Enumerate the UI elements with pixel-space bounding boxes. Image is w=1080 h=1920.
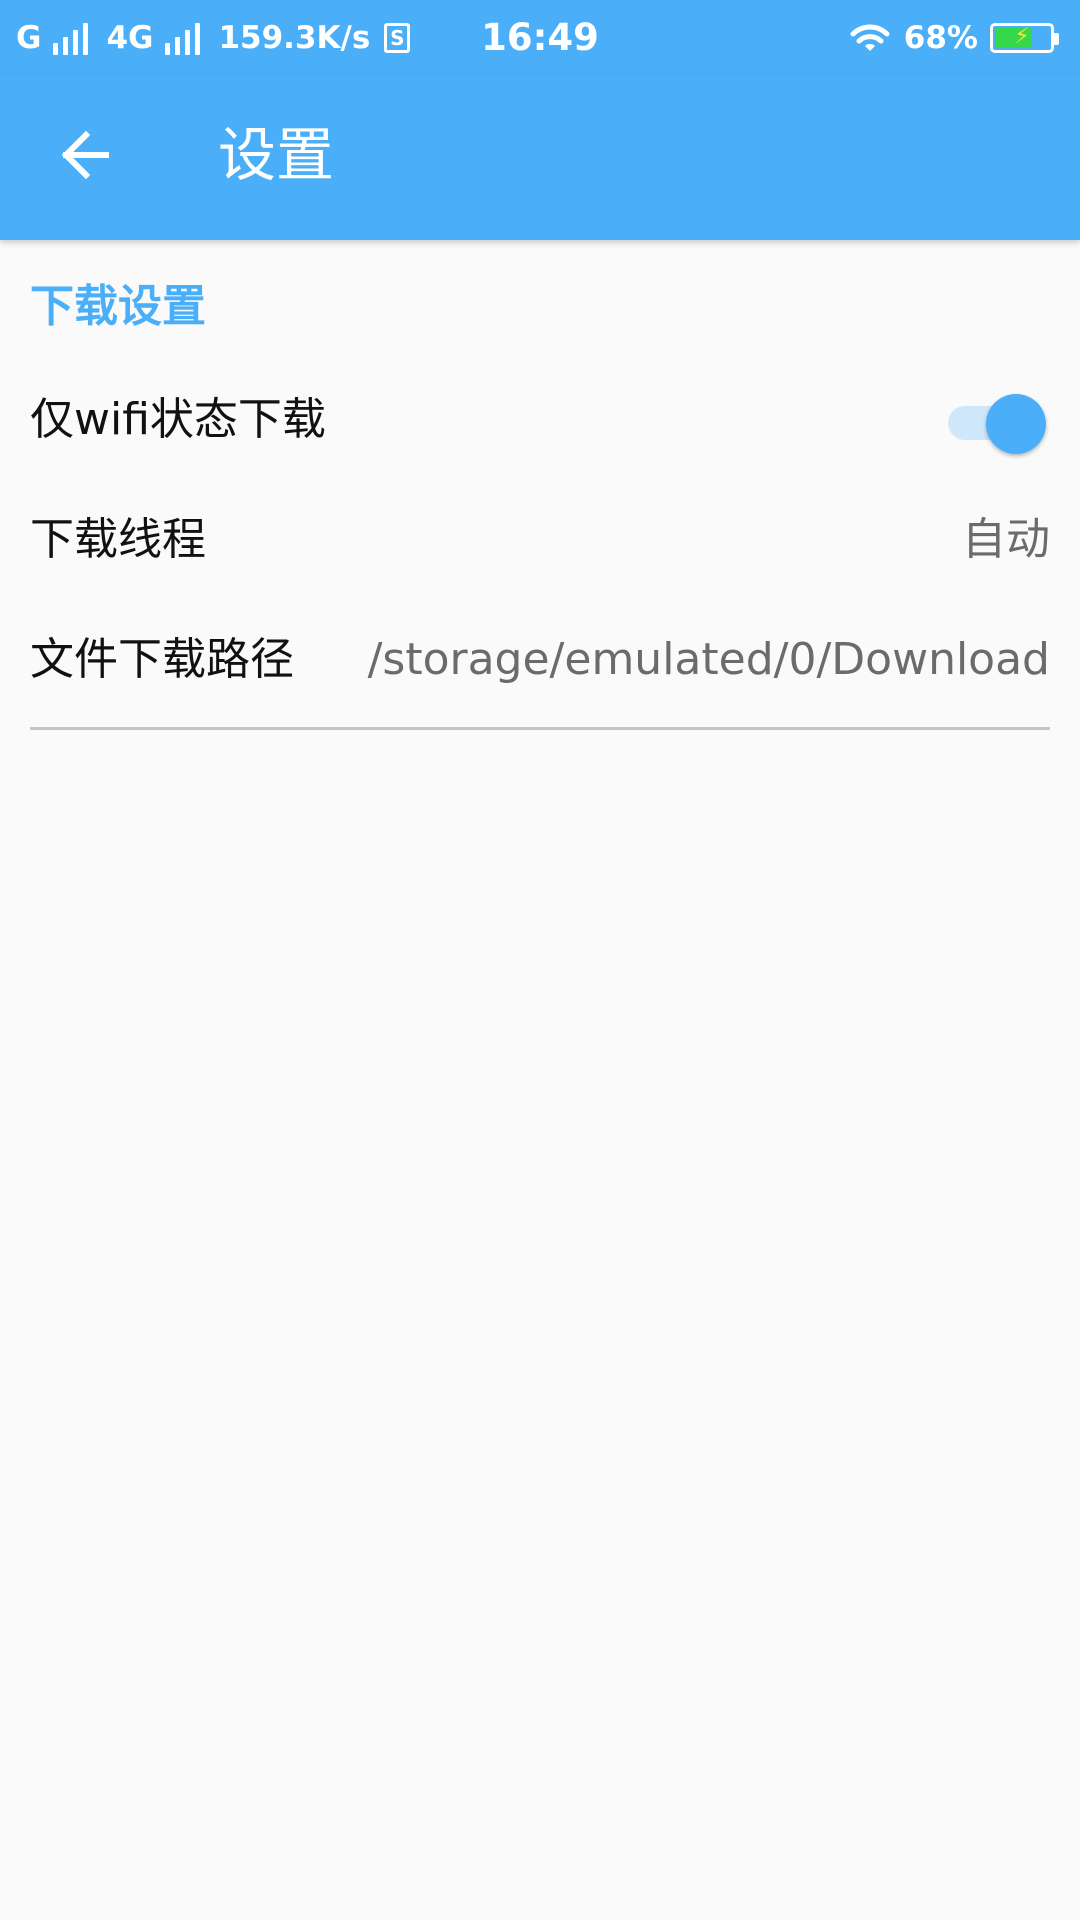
divider	[30, 727, 1050, 730]
setting-label-download-path: 文件下载路径	[30, 634, 294, 685]
status-right: 68% ⚡	[848, 16, 1060, 60]
setting-value-download-path: /storage/emulated/0/Download	[367, 634, 1050, 685]
battery-percent: 68%	[903, 20, 978, 56]
charging-bolt-icon: ⚡	[1014, 24, 1030, 49]
setting-row-wifi-only[interactable]: 仅wifi状态下载	[30, 380, 1050, 460]
setting-row-download-threads[interactable]: 下载线程 自动	[30, 500, 1050, 580]
arrow-left-icon[interactable]	[56, 125, 116, 185]
status-bar: G 4G 159.3K/s S 16:49 68% ⚡	[0, 0, 1080, 75]
setting-row-download-path[interactable]: 文件下载路径 /storage/emulated/0/Download	[30, 620, 1050, 700]
wifi-icon	[848, 21, 892, 55]
toggle-thumb	[986, 394, 1046, 454]
wifi-only-toggle[interactable]	[944, 394, 1046, 454]
page-title: 设置	[218, 121, 335, 189]
battery-icon: ⚡	[990, 23, 1059, 53]
setting-label-wifi-only: 仅wifi状态下载	[30, 394, 326, 445]
section-title-download-settings: 下载设置	[30, 281, 206, 332]
setting-value-download-threads: 自动	[962, 514, 1050, 565]
setting-label-download-threads: 下载线程	[30, 514, 206, 565]
app-bar: 设置	[0, 75, 1080, 240]
